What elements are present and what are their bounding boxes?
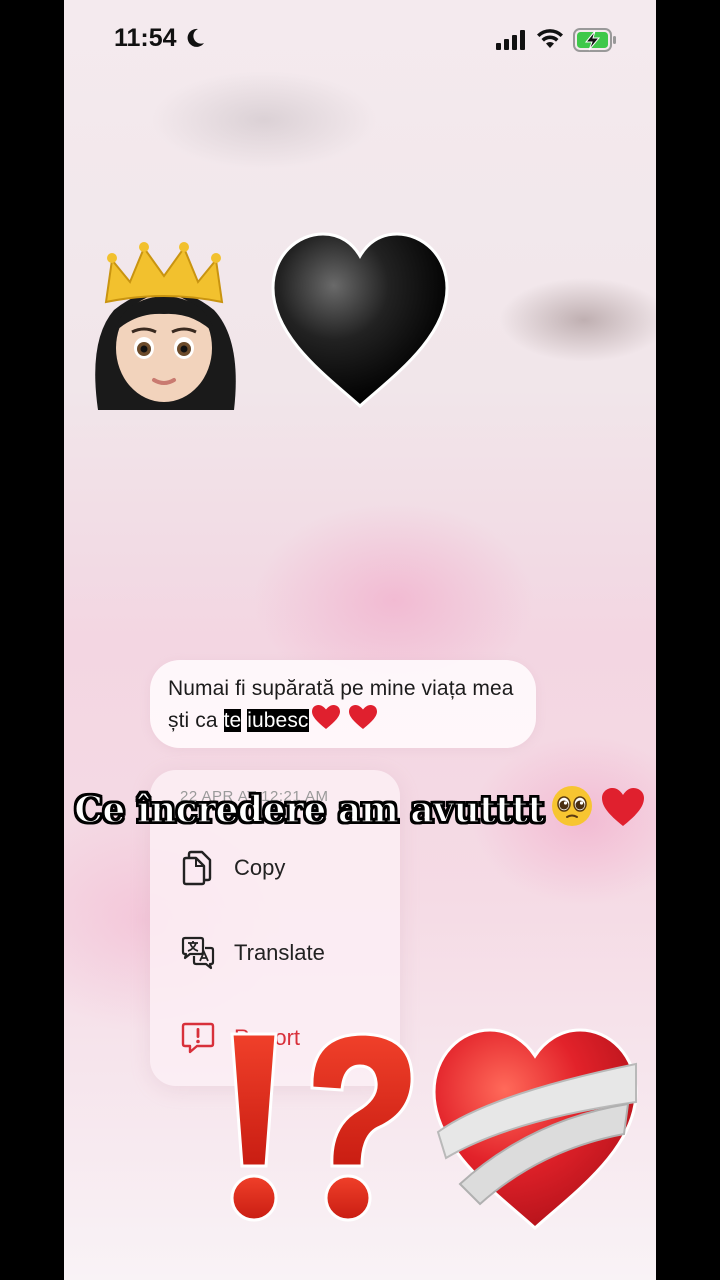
selected-word-te[interactable]: te (223, 709, 242, 732)
report-icon (181, 1022, 215, 1054)
mending-heart-emoji (432, 1028, 638, 1231)
copy-button[interactable]: Copy (150, 838, 400, 898)
pleading-face-icon (551, 786, 592, 826)
status-bar: 11:54 (64, 0, 656, 80)
battery-charging-icon (573, 28, 616, 52)
moon-icon (187, 28, 204, 47)
exclamation-question-emoji (230, 1032, 414, 1222)
copy-icon (182, 850, 212, 886)
message-text-body: Numai fi supărată pe mine viața mea ști … (168, 677, 514, 732)
translate-label: Translate (234, 940, 325, 965)
phone-screen: 11:54 Numai fi supărată pe mine viața me… (64, 0, 656, 1280)
message-bubble[interactable]: Numai fi supărată pe mine viața mea ști … (150, 660, 536, 748)
wifi-icon (537, 29, 563, 48)
red-heart-icon (349, 705, 378, 729)
video-caption: Ce încredere am avutttt (0, 784, 720, 832)
selected-word-iubesc[interactable]: iubesc (247, 709, 309, 732)
cellular-signal-icon (496, 30, 525, 50)
black-heart-emoji (271, 232, 449, 409)
caption-text: Ce încredere am avutttt (73, 788, 545, 832)
red-heart-icon (601, 788, 644, 826)
princess-emoji (95, 242, 236, 410)
copy-label: Copy (234, 855, 286, 880)
status-time: 11:54 (114, 24, 177, 52)
translate-button[interactable]: Translate (150, 923, 400, 983)
message-text: Numai fi supărată pe mine viața mea ști … (168, 674, 528, 736)
translate-icon (181, 936, 215, 970)
red-heart-icon (311, 705, 340, 729)
